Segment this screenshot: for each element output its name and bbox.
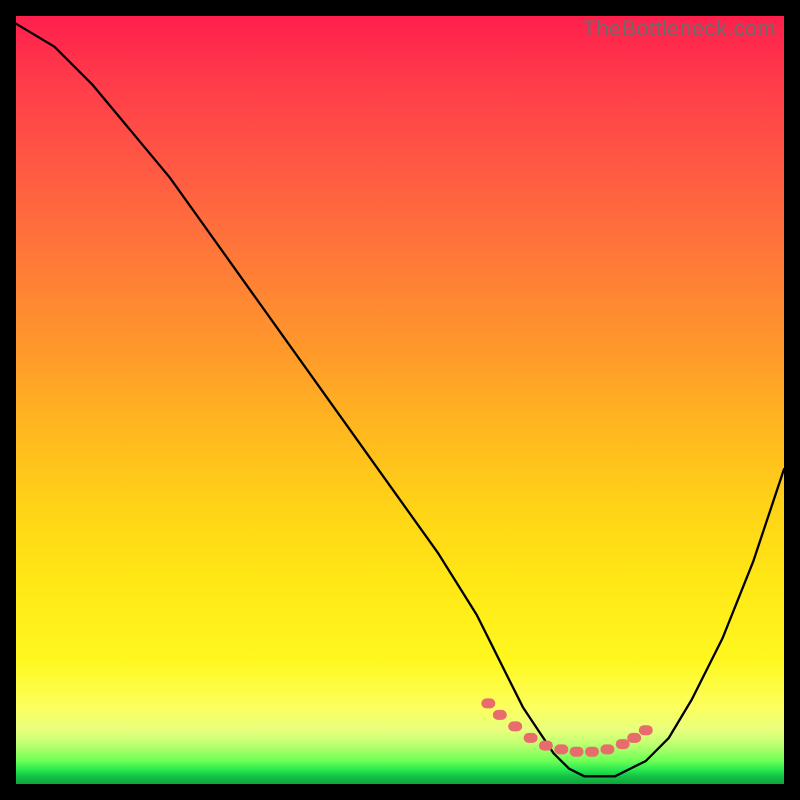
watermark-label: TheBottleneck.com bbox=[583, 16, 776, 42]
chart-frame: TheBottleneck.com bbox=[16, 16, 784, 784]
heatmap-gradient-background bbox=[16, 16, 784, 784]
